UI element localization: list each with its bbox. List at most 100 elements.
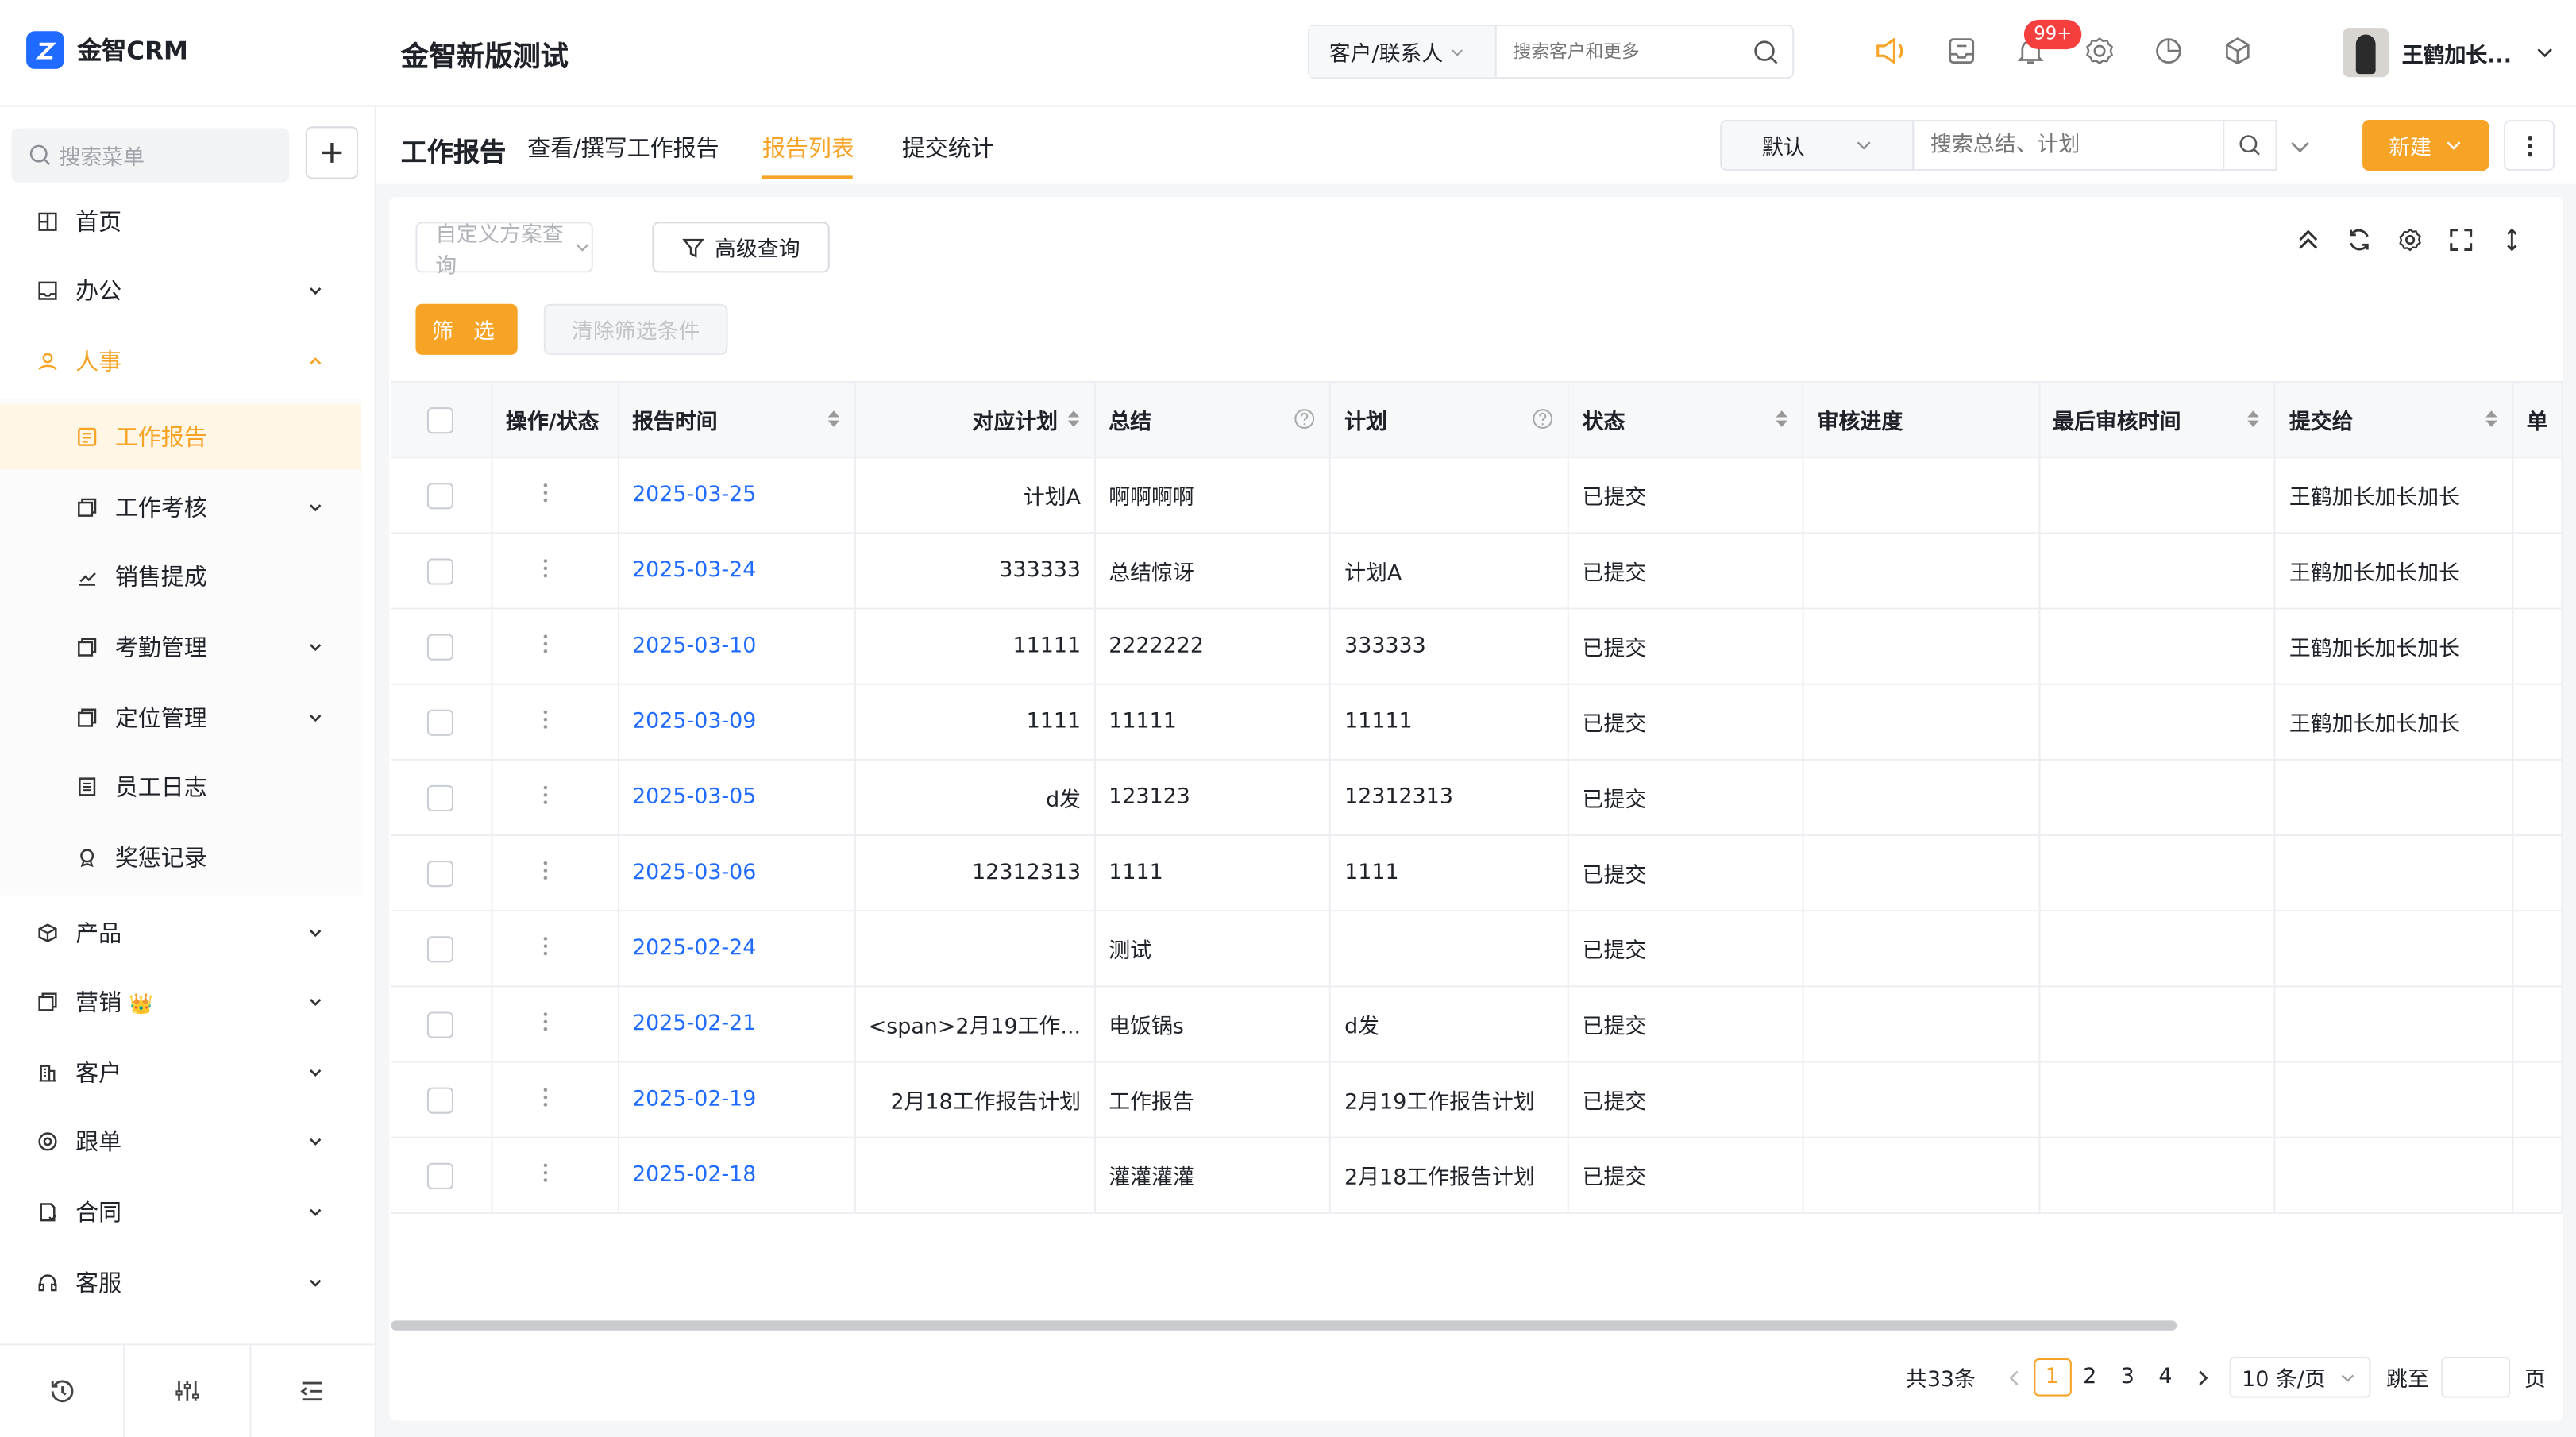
jump-page-input[interactable] bbox=[2440, 1356, 2510, 1398]
sidebar-item-sales-commission[interactable]: 销售提成 bbox=[0, 544, 361, 610]
table-row[interactable]: 2025-02-18 灌灌灌灌 2月18工作报告计划 已提交 bbox=[391, 1137, 2563, 1214]
speaker-icon[interactable] bbox=[1873, 33, 1910, 69]
table-row[interactable]: 2025-03-06 12312313 1111 1111 已提交 bbox=[391, 835, 2563, 912]
sidebar-item-office[interactable]: 办公 bbox=[0, 258, 361, 324]
more-vertical-icon[interactable] bbox=[542, 858, 548, 881]
more-vertical-icon[interactable] bbox=[542, 1085, 548, 1108]
table-row[interactable]: 2025-02-19 2月18工作报告计划 工作报告 2月19工作报告计划 已提交 bbox=[391, 1061, 2563, 1138]
more-vertical-icon[interactable] bbox=[542, 934, 548, 957]
settings-sliders-button[interactable] bbox=[125, 1345, 251, 1437]
more-vertical-icon[interactable] bbox=[542, 480, 548, 503]
filter-button[interactable]: 筛 选 bbox=[415, 303, 518, 355]
tab-submit-stats[interactable]: 提交统计 bbox=[902, 132, 994, 164]
next-page-icon[interactable] bbox=[2185, 1358, 2223, 1397]
help-icon[interactable] bbox=[1294, 407, 1317, 430]
column-header-last-review[interactable]: 最后审核时间 bbox=[2038, 380, 2277, 459]
row-checkbox[interactable] bbox=[427, 557, 454, 584]
sort-select[interactable]: 默认 bbox=[1720, 120, 1915, 171]
more-vertical-icon[interactable] bbox=[542, 1161, 548, 1184]
report-date-link[interactable]: 2025-02-18 bbox=[618, 1137, 856, 1214]
table-row[interactable]: 2025-02-21 <span>2月19工作... 电饭锅s d发 已提交 bbox=[391, 986, 2563, 1063]
search-scope-select[interactable]: 客户/联系人 bbox=[1309, 26, 1497, 78]
cube-icon[interactable] bbox=[2221, 33, 2254, 69]
fullscreen-icon[interactable] bbox=[2448, 227, 2474, 253]
report-date-link[interactable]: 2025-03-25 bbox=[618, 457, 856, 534]
select-all-checkbox[interactable] bbox=[427, 406, 454, 433]
sidebar-item-marketing[interactable]: 营销 👑 bbox=[0, 969, 361, 1035]
sidebar-item-service[interactable]: 客服 bbox=[0, 1250, 361, 1316]
page-size-select[interactable]: 10 条/页 bbox=[2228, 1356, 2370, 1398]
column-header-submit-to[interactable]: 提交给 bbox=[2275, 380, 2514, 459]
table-row[interactable]: 2025-03-10 11111 2222222 333333 已提交 王鹤加长加长加长 bbox=[391, 608, 2563, 685]
expand-search-icon[interactable] bbox=[2289, 135, 2312, 158]
column-header-status[interactable]: 状态 bbox=[1568, 380, 1805, 459]
help-icon[interactable] bbox=[1531, 407, 1554, 430]
column-header-plan-ref[interactable]: 对应计划 bbox=[854, 380, 1096, 459]
sidebar-item-contracts[interactable]: 合同 bbox=[0, 1179, 361, 1245]
collapse-menu-button[interactable] bbox=[251, 1345, 375, 1437]
sort-icon[interactable] bbox=[2246, 409, 2262, 429]
table-row[interactable]: 2025-03-25 计划A 啊啊啊啊 已提交 王鹤加长加长加长 bbox=[391, 457, 2563, 534]
column-header-report-time[interactable]: 报告时间 bbox=[618, 380, 856, 459]
settings-icon[interactable] bbox=[2397, 227, 2424, 253]
tab-report-list[interactable]: 报告列表 bbox=[762, 132, 854, 164]
menu-search[interactable]: 搜索菜单 bbox=[11, 128, 290, 183]
page-4[interactable]: 4 bbox=[2146, 1358, 2185, 1397]
global-search-input[interactable] bbox=[1496, 39, 1747, 64]
refresh-icon[interactable] bbox=[2346, 227, 2372, 253]
report-date-link[interactable]: 2025-02-19 bbox=[618, 1061, 856, 1138]
report-date-link[interactable]: 2025-03-05 bbox=[618, 759, 856, 837]
search-icon[interactable] bbox=[1753, 40, 1780, 66]
search-button[interactable] bbox=[2223, 121, 2275, 170]
clear-filter-button[interactable]: 清除筛选条件 bbox=[543, 303, 728, 355]
more-vertical-icon[interactable] bbox=[542, 1009, 548, 1032]
sort-icon[interactable] bbox=[1066, 409, 1081, 429]
more-button[interactable] bbox=[2504, 120, 2555, 171]
history-button[interactable] bbox=[0, 1345, 125, 1437]
sidebar-item-attendance[interactable]: 考勤管理 bbox=[0, 614, 361, 680]
row-checkbox[interactable] bbox=[427, 1086, 454, 1113]
user-menu[interactable]: 王鹤加长... bbox=[2343, 28, 2555, 78]
advanced-query-button[interactable]: 高级查询 bbox=[652, 222, 830, 273]
report-date-link[interactable]: 2025-03-06 bbox=[618, 835, 856, 912]
sidebar-item-home[interactable]: 首页 bbox=[0, 189, 361, 255]
sidebar-item-work-report[interactable]: 工作报告 bbox=[0, 403, 362, 470]
new-button[interactable]: 新建 bbox=[2362, 120, 2489, 171]
pie-chart-icon[interactable] bbox=[2152, 33, 2185, 69]
table-row[interactable]: 2025-03-09 1111 11111 11111 已提交 王鹤加长加长加长 bbox=[391, 684, 2563, 761]
custom-query-select[interactable]: 自定义方案查询 bbox=[415, 222, 593, 279]
horizontal-scrollbar[interactable] bbox=[391, 1320, 2177, 1331]
more-vertical-icon[interactable] bbox=[542, 783, 548, 806]
logo[interactable]: 金智CRM bbox=[26, 31, 188, 69]
sort-icon[interactable] bbox=[1775, 409, 1790, 429]
add-button[interactable] bbox=[305, 126, 359, 179]
sidebar-item-employee-log[interactable]: 员工日志 bbox=[0, 754, 361, 820]
tab-view-write-report[interactable]: 查看/撰写工作报告 bbox=[527, 132, 719, 164]
page-3[interactable]: 3 bbox=[2109, 1358, 2147, 1397]
report-date-link[interactable]: 2025-02-24 bbox=[618, 911, 856, 988]
page-2[interactable]: 2 bbox=[2071, 1358, 2109, 1397]
row-checkbox[interactable] bbox=[427, 1162, 454, 1189]
table-row[interactable]: 2025-03-24 333333 总结惊讶 计划A 已提交 王鹤加长加长加长 bbox=[391, 533, 2563, 610]
inbox-icon[interactable] bbox=[1945, 33, 1978, 69]
row-checkbox[interactable] bbox=[427, 784, 454, 811]
report-date-link[interactable]: 2025-02-21 bbox=[618, 986, 856, 1063]
more-vertical-icon[interactable] bbox=[542, 707, 548, 730]
sidebar-item-work-assessment[interactable]: 工作考核 bbox=[0, 475, 361, 541]
report-date-link[interactable]: 2025-03-09 bbox=[618, 684, 856, 761]
sidebar-item-follow-up[interactable]: 跟单 bbox=[0, 1109, 361, 1175]
sidebar-item-products[interactable]: 产品 bbox=[0, 900, 361, 966]
report-search-input[interactable] bbox=[1914, 131, 2213, 160]
row-checkbox[interactable] bbox=[427, 1011, 454, 1038]
more-vertical-icon[interactable] bbox=[542, 631, 548, 654]
row-checkbox[interactable] bbox=[427, 860, 454, 887]
table-row[interactable]: 2025-02-24 测试 已提交 bbox=[391, 911, 2563, 988]
sort-icon[interactable] bbox=[2484, 409, 2499, 429]
sidebar-item-location[interactable]: 定位管理 bbox=[0, 685, 361, 751]
row-checkbox[interactable] bbox=[427, 482, 454, 509]
sidebar-item-rewards[interactable]: 奖惩记录 bbox=[0, 825, 361, 891]
more-vertical-icon[interactable] bbox=[542, 556, 548, 579]
row-height-icon[interactable] bbox=[2499, 227, 2525, 253]
sort-icon[interactable] bbox=[826, 409, 841, 429]
sidebar-item-hr[interactable]: 人事 bbox=[0, 329, 361, 395]
